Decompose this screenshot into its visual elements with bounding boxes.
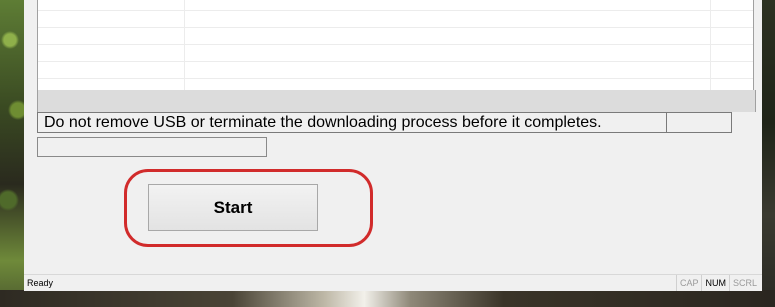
status-bar: Ready CAP NUM SCRL [24, 274, 762, 291]
table-grid-line [38, 27, 753, 28]
download-tool-window: Do not remove USB or terminate the downl… [24, 0, 762, 291]
table-grid-line [38, 61, 753, 62]
table-grid-line [38, 78, 753, 79]
table-grid-line [38, 44, 753, 45]
status-text: Ready [27, 278, 54, 288]
scroll-lock-indicator: SCRL [728, 275, 760, 291]
download-progress-bar [37, 137, 267, 157]
start-button[interactable]: Start [148, 184, 318, 231]
message-side-cell [667, 112, 732, 133]
table-footer-band [37, 90, 756, 112]
table-column-divider [184, 0, 185, 90]
wallpaper-bottom-edge [0, 290, 775, 307]
table-grid-line [38, 10, 753, 11]
caps-lock-indicator: CAP [675, 275, 702, 291]
keyboard-indicators: CAP NUM SCRL [675, 275, 760, 291]
device-list-table[interactable] [37, 0, 754, 90]
num-lock-indicator: NUM [701, 275, 729, 291]
table-column-divider [710, 0, 711, 90]
warning-message: Do not remove USB or terminate the downl… [37, 112, 667, 133]
